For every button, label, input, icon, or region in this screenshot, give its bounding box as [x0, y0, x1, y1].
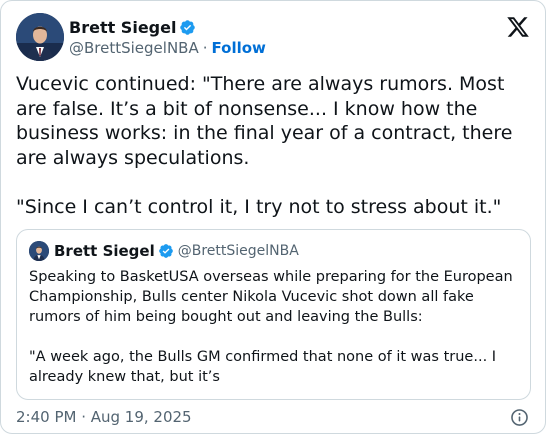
tweet-text: Vucevic continued: "There are always rum…: [16, 73, 513, 218]
info-icon[interactable]: [510, 408, 529, 427]
tweet-header: Brett Siegel @BrettSiegelNBA · Follow: [16, 13, 530, 63]
author-avatar[interactable]: [16, 13, 64, 61]
quoted-author-handle: @BrettSiegelNBA: [177, 243, 299, 259]
quoted-tweet-header: Brett Siegel @BrettSiegelNBA: [29, 241, 299, 261]
tweet-footer: 2:40 PM · Aug 19, 2025: [16, 406, 530, 428]
quoted-author-display-name: Brett Siegel: [54, 242, 155, 260]
quoted-tweet-text: Speaking to BasketUSA overseas while pre…: [29, 269, 513, 385]
x-logo-icon[interactable]: [506, 15, 530, 39]
author-display-name[interactable]: Brett Siegel: [69, 18, 176, 37]
tweet-timestamp[interactable]: 2:40 PM · Aug 19, 2025: [16, 408, 192, 426]
separator-dot: ·: [202, 39, 208, 57]
author-name-block: Brett Siegel @BrettSiegelNBA · Follow: [69, 16, 266, 58]
quoted-author-avatar: [29, 241, 49, 261]
author-name-row: Brett Siegel: [69, 16, 266, 38]
author-handle-row: @BrettSiegelNBA · Follow: [69, 38, 266, 58]
embedded-tweet-card: Brett Siegel @BrettSiegelNBA · Follow Vu…: [0, 0, 546, 434]
quoted-tweet[interactable]: Brett Siegel @BrettSiegelNBA Speaking to…: [16, 229, 531, 400]
author-handle[interactable]: @BrettSiegelNBA: [69, 39, 199, 57]
verified-badge-icon: [179, 19, 196, 36]
verified-badge-icon: [158, 243, 174, 259]
follow-button[interactable]: Follow: [212, 39, 266, 57]
